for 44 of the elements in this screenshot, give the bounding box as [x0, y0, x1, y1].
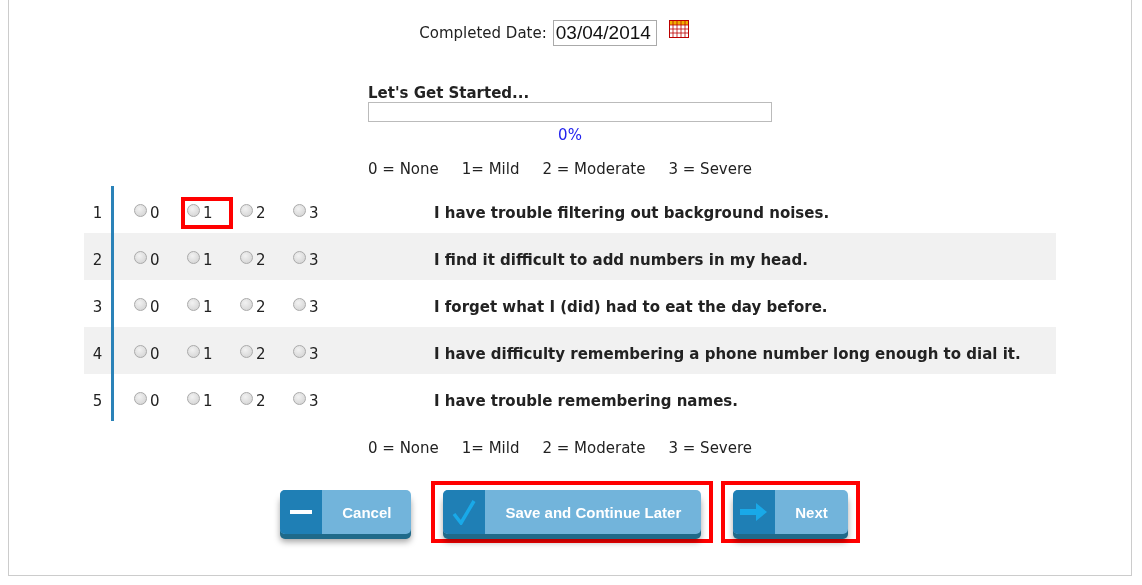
question-number: 4 — [84, 327, 114, 374]
rating-option[interactable]: 1 — [187, 202, 213, 223]
scale-legend-item: 3 = Severe — [668, 439, 753, 457]
completed-date-label: Completed Date: — [419, 24, 547, 42]
question-text: I forget what I (did) had to eat the day before. — [434, 296, 828, 316]
rating-option[interactable]: 1 — [187, 296, 213, 317]
progress-percent: 0% — [557, 126, 583, 144]
question-text: I have trouble filtering out background noises. — [434, 202, 830, 222]
rating-option[interactable]: 1 — [187, 343, 213, 364]
scale-legend-item: 0 = None — [368, 439, 439, 457]
rating-option[interactable]: 2 — [240, 343, 266, 364]
question-text: I have trouble remembering names. — [434, 390, 738, 410]
rating-option[interactable]: 3 — [293, 202, 319, 223]
rating-option[interactable]: 2 — [240, 390, 266, 411]
arrow-right-icon — [740, 502, 769, 522]
rating-option[interactable]: 0 — [134, 296, 160, 317]
question-text: I find it difficult to add numbers in my head. — [434, 249, 808, 269]
rating-option[interactable]: 0 — [134, 343, 160, 364]
scale-legend-item: 1= Mild — [461, 439, 520, 457]
calendar-icon[interactable] — [668, 20, 689, 38]
rating-option[interactable]: 3 — [293, 296, 319, 317]
rating-option[interactable]: 3 — [293, 249, 319, 270]
checkmark-icon — [452, 499, 477, 525]
rating-option[interactable]: 0 — [134, 202, 160, 223]
scale-legend-item: 2 = Moderate — [542, 160, 646, 178]
scale-legend-item: 0 = None — [368, 160, 439, 178]
rating-option[interactable]: 0 — [134, 249, 160, 270]
rating-option[interactable]: 3 — [293, 390, 319, 411]
progress-title: Let's Get Started... — [368, 84, 531, 102]
scale-legend-item: 2 = Moderate — [542, 439, 646, 457]
scale-legend-item: 3 = Severe — [668, 160, 753, 178]
rating-option[interactable]: 2 — [240, 249, 266, 270]
rating-option[interactable]: 1 — [187, 249, 213, 270]
rating-option[interactable]: 2 — [240, 202, 266, 223]
rating-option[interactable]: 2 — [240, 296, 266, 317]
question-number: 2 — [84, 233, 114, 280]
scale-legend-item: 1= Mild — [461, 160, 520, 178]
question-number: 5 — [84, 374, 114, 421]
rating-option[interactable]: 0 — [134, 390, 160, 411]
question-text: I have difficulty remembering a phone number long enough to dial it. — [434, 343, 1021, 363]
date-field[interactable]: 03/04/2014 — [552, 20, 657, 46]
rating-option[interactable]: 1 — [187, 390, 213, 411]
rating-option[interactable]: 3 — [293, 343, 319, 364]
minus-icon — [290, 509, 313, 515]
